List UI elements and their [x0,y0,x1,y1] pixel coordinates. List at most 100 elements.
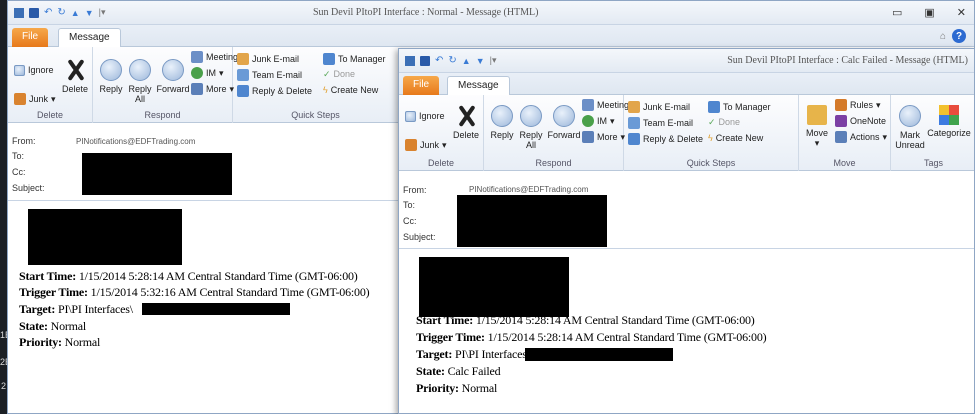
create-new-button[interactable]: ϟ Create New [708,133,763,144]
im-button[interactable]: IM ▾ [191,67,224,79]
cc-label: Cc: [403,216,417,226]
tab-file[interactable]: File [12,28,49,47]
background-strip: 1B 2B 2 [0,0,11,414]
group-quick-steps: Junk E-mail Team E-mail Reply & Delete T… [233,47,398,123]
reply-delete-button[interactable]: Reply & Delete [237,85,312,97]
lightning-icon: ϟ [323,85,328,95]
state-line: State: Normal [19,319,87,333]
ignore-button[interactable]: Ignore [14,65,54,76]
junk-email-button[interactable]: Junk E-mail [628,101,690,113]
more-button[interactable]: More ▾ [191,83,234,95]
meeting-button[interactable]: Meeting [582,99,629,111]
undo-icon[interactable]: ↶ [435,55,443,66]
ignore-icon [405,111,416,122]
more-button[interactable]: More ▾ [582,131,625,143]
redo-icon[interactable]: ↻ [57,7,65,18]
from-label: From: [403,185,427,195]
junk-button[interactable]: Junk ▾ [405,139,447,151]
group-respond: Reply Reply All Forward Meeting IM ▾ Mor… [484,95,629,171]
customize-icon[interactable]: |▾ [490,55,497,66]
close-icon[interactable]: ✕ [957,6,966,19]
window-title: Sun Devil PItoPI Interface : Calc Failed… [727,55,968,66]
delete-button[interactable]: Delete [61,59,89,94]
group-label: Delete [36,110,63,120]
lightning-icon: ϟ [708,133,713,143]
create-new-button[interactable]: ϟ Create New [323,85,378,96]
tab-message[interactable]: Message [447,76,510,95]
help-icon[interactable]: ? [952,29,966,43]
undo-icon[interactable]: ↶ [44,7,52,18]
quick-access-toolbar: ↶ ↻ ▲ ▼ |▾ [405,55,496,66]
forward-button[interactable]: Forward [546,105,582,140]
redo-icon[interactable]: ↻ [448,55,456,66]
to-manager-icon [708,101,720,113]
meeting-button[interactable]: Meeting [191,51,238,63]
reply-all-button[interactable]: Reply All [516,105,546,150]
actions-button[interactable]: Actions ▾ [835,131,887,143]
ignore-button[interactable]: Ignore [405,111,445,122]
to-manager-button[interactable]: To Manager [708,101,771,113]
redacted-block [457,195,607,247]
to-label: To: [403,200,416,210]
reply-all-button[interactable]: Reply All [125,59,155,104]
title-bar: ↶ ↻ ▲ ▼ |▾ Sun Devil PItoPI Interface : … [8,1,974,25]
reply-all-icon [520,105,542,127]
trigger-time-line: Trigger Time: 1/15/2014 5:32:16 AM Centr… [19,285,370,299]
junk-email-icon [628,101,640,113]
redacted-block [142,303,290,315]
tab-file[interactable]: File [403,76,440,95]
categorize-button[interactable]: Categorize [927,105,971,138]
up-arrow-icon[interactable]: ▲ [71,8,80,18]
team-email-button[interactable]: Team E-mail [237,69,302,81]
customize-icon[interactable]: |▾ [99,7,106,18]
save-icon[interactable] [420,55,430,66]
start-time-line: Start Time: 1/15/2014 5:28:14 AM Central… [19,269,358,283]
subject-label: Subject: [12,183,45,193]
reply-all-icon [129,59,151,81]
app-icon [14,7,24,18]
delete-x-icon [455,105,477,127]
redacted-block [525,348,673,361]
tab-message[interactable]: Message [58,28,121,47]
target-line: Target: PI\PI Interfaces [416,347,527,361]
categorize-icon [939,105,959,125]
rules-button[interactable]: Rules ▾ [835,99,881,111]
minimize-icon[interactable]: ▭ [892,6,902,19]
team-email-button[interactable]: Team E-mail [628,117,693,129]
done-button[interactable]: ✓ Done [323,69,355,80]
down-arrow-icon[interactable]: ▼ [476,56,485,66]
save-icon[interactable] [29,7,39,18]
meeting-icon [191,51,203,63]
delete-button[interactable]: Delete [452,105,480,140]
junk-button[interactable]: Junk ▾ [14,93,56,105]
window-title: Sun Devil PItoPI Interface : Normal - Me… [313,7,539,18]
move-button[interactable]: Move ▾ [803,105,831,148]
onenote-button[interactable]: OneNote [835,115,886,127]
group-label: Respond [535,158,572,168]
reply-button[interactable]: Reply [97,59,125,94]
collapse-ribbon-icon[interactable]: ⌂ [940,31,946,42]
mark-unread-button[interactable]: Mark Unread [893,105,927,150]
forward-button[interactable]: Forward [155,59,191,94]
maximize-icon[interactable]: ▣ [924,6,934,19]
subject-label: Subject: [403,232,436,242]
reply-delete-button[interactable]: Reply & Delete [628,133,703,145]
reply-button[interactable]: Reply [488,105,516,140]
from-value[interactable]: PINotifications@EDFTrading.com [76,137,195,146]
up-arrow-icon[interactable]: ▲ [462,56,471,66]
done-button[interactable]: ✓ Done [708,117,740,128]
group-label: Quick Steps [686,158,736,168]
junk-email-button[interactable]: Junk E-mail [237,53,299,65]
check-icon: ✓ [323,69,331,79]
group-label: Delete [427,158,454,168]
target-line: Target: PI\PI Interfaces\ [19,302,133,316]
down-arrow-icon[interactable]: ▼ [85,8,94,18]
im-button[interactable]: IM ▾ [582,115,615,127]
from-value[interactable]: PINotifications@EDFTrading.com [469,185,588,194]
to-manager-icon [323,53,335,65]
group-move: Move ▾ Rules ▾ OneNote Actions ▾ Move [799,95,891,171]
to-manager-button[interactable]: To Manager [323,53,386,65]
help-area: ⌂ ? [940,29,966,43]
more-icon [191,83,203,95]
start-time-line: Start Time: 1/15/2014 5:28:14 AM Central… [416,313,755,327]
